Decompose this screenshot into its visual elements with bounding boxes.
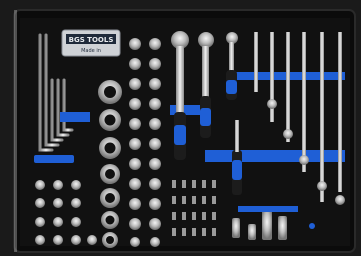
brand-label: BGS TOOLS Made in bbox=[61, 29, 121, 57]
small-blue-detail bbox=[309, 223, 315, 229]
brand-subtitle: Made in bbox=[81, 48, 101, 54]
adapter-blue-strip bbox=[238, 206, 298, 212]
tool-drawer-photo: BGS TOOLS Made in bbox=[0, 0, 361, 256]
tool-drawer-illustration: BGS TOOLS Made in bbox=[0, 0, 361, 256]
hex-key-holder bbox=[34, 155, 74, 163]
left-trim bbox=[14, 10, 17, 252]
brand-text: BGS TOOLS bbox=[69, 36, 114, 44]
